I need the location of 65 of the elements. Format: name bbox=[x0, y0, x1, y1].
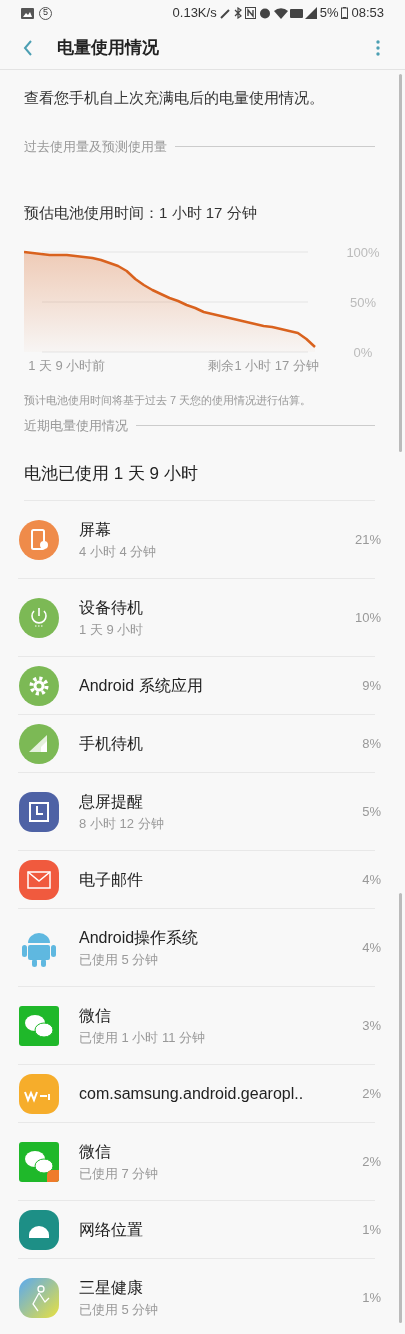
usage-percent: 4% bbox=[362, 938, 381, 957]
wear-app-icon bbox=[19, 1073, 59, 1114]
usage-percent: 1% bbox=[362, 1288, 381, 1307]
app-name: com.samsung.android.gearopl.. bbox=[79, 1083, 305, 1104]
section-header: 过去使用量及预测使用量 bbox=[24, 137, 167, 156]
bluetooth-icon bbox=[233, 7, 242, 19]
app-name: 设备待机 bbox=[79, 597, 144, 618]
usage-time: 已使用 5 分钟 bbox=[79, 950, 160, 969]
usage-percent: 9% bbox=[362, 676, 381, 695]
power-icon bbox=[19, 597, 59, 638]
app-name: 手机待机 bbox=[79, 733, 144, 754]
intro-text: 查看您手机自上次充满电后的电量使用情况。 bbox=[24, 88, 325, 108]
usage-percent: 8% bbox=[362, 734, 381, 753]
chat-bubbles-icon bbox=[19, 1141, 59, 1182]
more-options-button[interactable] bbox=[373, 37, 383, 58]
page-title: 电量使用情况 bbox=[57, 36, 159, 59]
pen-icon bbox=[219, 7, 231, 19]
usage-time: 8 小时 12 分钟 bbox=[79, 814, 165, 833]
usage-time: 1 天 9 小时 bbox=[79, 620, 145, 639]
app-name: 网络位置 bbox=[79, 1219, 144, 1240]
battery-percent: 5% bbox=[319, 4, 339, 23]
signal-icon bbox=[304, 7, 317, 19]
chevron-icon bbox=[23, 39, 33, 56]
usage-time: 已使用 5 分钟 bbox=[79, 1300, 160, 1319]
x-axis-label: 1 天 9 小时前 bbox=[28, 357, 106, 373]
usage-percent: 10% bbox=[354, 608, 381, 627]
app-name: 微信 bbox=[79, 1005, 112, 1026]
network-speed: 0.13K/s bbox=[172, 4, 217, 23]
usage-percent: 5% bbox=[362, 802, 381, 821]
estimate-text: 预估电池使用时间：1 小时 17 分钟 bbox=[24, 203, 258, 223]
usage-percent: 3% bbox=[362, 1016, 381, 1035]
usage-percent: 4% bbox=[362, 870, 381, 889]
battery-used-text: 电池已使用 1 天 9 小时 bbox=[24, 462, 199, 485]
phone-brightness-icon bbox=[19, 519, 59, 560]
image-icon bbox=[21, 7, 34, 19]
usage-percent: 1% bbox=[362, 1220, 381, 1239]
usage-time: 4 小时 4 分钟 bbox=[79, 542, 158, 561]
mail-icon bbox=[19, 859, 59, 900]
y-axis-label: 100% bbox=[346, 244, 380, 260]
section-header: 近期电量使用情况 bbox=[24, 417, 128, 435]
usage-time: 已使用 7 分钟 bbox=[79, 1164, 160, 1183]
app-name: 电子邮件 bbox=[79, 869, 144, 890]
usage-percent: 21% bbox=[354, 530, 381, 549]
usage-time: 已使用 1 小时 11 分钟 bbox=[79, 1028, 207, 1047]
x-axis-label: 剩余1 小时 17 分钟 bbox=[208, 357, 319, 373]
nfc-icon bbox=[244, 7, 256, 19]
usage-percent: 2% bbox=[362, 1152, 381, 1171]
clock: 08:53 bbox=[351, 4, 384, 23]
footnote: 预计电池使用时间将基于过去 7 天您的使用情况进行估算。 bbox=[24, 392, 313, 408]
clock-icon bbox=[19, 791, 59, 832]
runner-icon bbox=[19, 1277, 59, 1318]
y-axis-label: 50% bbox=[350, 294, 376, 310]
app-name: 微信 bbox=[79, 1141, 112, 1162]
y-axis-label: 0% bbox=[353, 344, 373, 360]
app-name: 屏幕 bbox=[79, 519, 112, 540]
app-name: Android 系统应用 bbox=[79, 675, 204, 696]
wifi-icon bbox=[273, 7, 288, 19]
usage-percent: 2% bbox=[362, 1084, 381, 1103]
battery-icon bbox=[341, 7, 349, 19]
signal-icon bbox=[19, 723, 59, 764]
app-name: 息屏提醒 bbox=[79, 791, 144, 812]
gear-icon bbox=[19, 665, 59, 706]
app-name: 三星健康 bbox=[79, 1277, 144, 1298]
app-name: Android操作系统 bbox=[79, 927, 200, 948]
chat-bubbles-icon bbox=[19, 1005, 59, 1046]
